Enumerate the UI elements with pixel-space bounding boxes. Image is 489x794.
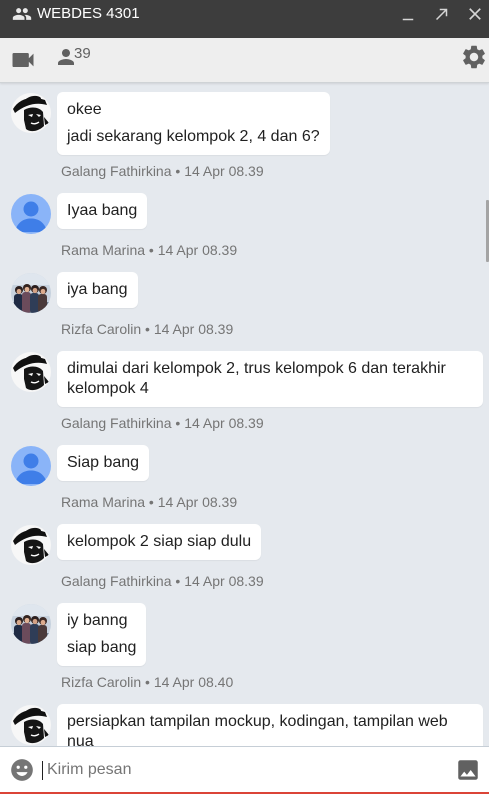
message-group: iya bang Rizfa Carolin • 14 Apr 08.39: [0, 272, 489, 338]
sender-name: Rizfa Carolin: [61, 321, 142, 337]
expand-icon[interactable]: [433, 5, 451, 23]
sender-avatar: [11, 352, 51, 392]
message-text: iy banng: [67, 612, 128, 629]
message-meta: Rizfa Carolin • 14 Apr 08.39: [61, 320, 489, 338]
message-text: siap bang: [67, 639, 137, 656]
message-group: Siap bang Rama Marina • 14 Apr 08.39: [0, 445, 489, 511]
message-composer: [0, 746, 489, 794]
meta-separator: •: [175, 415, 181, 431]
message-bubble: kelompok 2 siap siap dulu: [57, 524, 262, 560]
message-meta: Rama Marina • 14 Apr 08.39: [61, 241, 489, 259]
sender-avatar: [11, 525, 51, 565]
chat-toolbar: 39: [0, 38, 489, 83]
sender-name: Galang Fathirkina: [61, 163, 172, 179]
message-time: 14 Apr 08.39: [184, 573, 264, 589]
message-row: okee jadi sekarang kelompok 2, 4 dan 6?: [0, 92, 489, 155]
galang-avatar-image: [11, 525, 51, 565]
sender-avatar: [11, 273, 51, 313]
galang-avatar-image: [11, 705, 51, 745]
sender-name: Rama Marina: [61, 494, 146, 510]
meta-separator: •: [175, 573, 181, 589]
message-group: okee jadi sekarang kelompok 2, 4 dan 6? …: [0, 92, 489, 180]
participant-count[interactable]: 39: [74, 46, 91, 62]
close-icon[interactable]: [465, 4, 485, 24]
message-row: iya bang: [0, 272, 489, 313]
chat-window: WEBDES 4301 39 okee jadi sekarang kelomp…: [0, 0, 489, 794]
sender-name: Galang Fathirkina: [61, 415, 172, 431]
message-bubble: iy banng siap bang: [57, 603, 147, 666]
sender-avatar: [11, 604, 51, 644]
rizfa-avatar-image: [11, 273, 51, 313]
message-bubble: Iyaa bang: [57, 193, 148, 229]
meta-separator: •: [175, 163, 181, 179]
galang-avatar-image: [11, 93, 51, 133]
settings-icon[interactable]: [460, 43, 488, 71]
message-text: jadi sekarang kelompok 2, 4 dan 6?: [67, 128, 320, 145]
message-meta: Rama Marina • 14 Apr 08.39: [61, 493, 489, 511]
message-text: Iyaa bang: [67, 202, 138, 219]
default-person-avatar-image: [11, 446, 51, 486]
message-time: 14 Apr 08.39: [157, 494, 238, 510]
sender-avatar: [11, 705, 51, 745]
message-list[interactable]: okee jadi sekarang kelompok 2, 4 dan 6? …: [0, 83, 489, 746]
sender-avatar: [11, 194, 51, 234]
meta-separator: •: [145, 674, 150, 690]
message-text: persiapkan tampilan mockup, kodingan, ta…: [67, 713, 448, 746]
message-meta: Galang Fathirkina • 14 Apr 08.39: [61, 572, 489, 590]
message-row: dimulai dari kelompok 2, trus kelompok 6…: [0, 351, 489, 407]
message-time: 14 Apr 08.40: [153, 674, 234, 690]
window-title: WEBDES 4301: [37, 5, 140, 22]
default-person-avatar-image: [11, 194, 51, 234]
message-row: kelompok 2 siap siap dulu: [0, 524, 489, 565]
sender-name: Rizfa Carolin: [61, 674, 142, 690]
meta-separator: •: [148, 242, 154, 258]
message-meta: Galang Fathirkina • 14 Apr 08.39: [61, 162, 489, 180]
message-text: kelompok 2 siap siap dulu: [67, 533, 252, 550]
message-bubble: iya bang: [57, 272, 138, 308]
sender-name: Rama Marina: [61, 242, 146, 258]
group-icon: [12, 8, 32, 20]
sender-avatar: [11, 446, 51, 486]
message-time: 14 Apr 08.39: [157, 242, 238, 258]
message-bubble: dimulai dari kelompok 2, trus kelompok 6…: [57, 351, 483, 407]
title-bar: WEBDES 4301: [0, 0, 489, 38]
message-group: Iyaa bang Rama Marina • 14 Apr 08.39: [0, 193, 489, 259]
message-meta: Galang Fathirkina • 14 Apr 08.39: [61, 414, 489, 432]
message-text: dimulai dari kelompok 2, trus kelompok 6…: [67, 360, 446, 397]
message-bubble: Siap bang: [57, 445, 150, 481]
message-bubble: persiapkan tampilan mockup, kodingan, ta…: [57, 704, 483, 746]
message-bubble: okee jadi sekarang kelompok 2, 4 dan 6?: [57, 92, 330, 155]
galang-avatar-image: [11, 352, 51, 392]
message-text: Siap bang: [67, 454, 140, 471]
rizfa-avatar-image: [11, 604, 51, 644]
message-time: 14 Apr 08.39: [153, 321, 234, 337]
image-icon[interactable]: [455, 757, 481, 783]
message-row: Siap bang: [0, 445, 489, 486]
message-group: dimulai dari kelompok 2, trus kelompok 6…: [0, 351, 489, 432]
message-group: kelompok 2 siap siap dulu Galang Fathirk…: [0, 524, 489, 590]
message-row: iy banng siap bang: [0, 603, 489, 666]
message-group: iy banng siap bang Rizfa Carolin • 14 Ap…: [0, 603, 489, 691]
message-input[interactable]: [46, 760, 446, 780]
text-caret: [42, 761, 43, 780]
sender-name: Galang Fathirkina: [61, 573, 172, 589]
message-row: Iyaa bang: [0, 193, 489, 234]
message-time: 14 Apr 08.39: [184, 163, 264, 179]
message-text: okee: [67, 101, 102, 118]
emoji-icon[interactable]: [9, 757, 35, 783]
video-call-icon[interactable]: [9, 46, 37, 74]
message-meta: Rizfa Carolin • 14 Apr 08.40: [61, 673, 489, 691]
message-row: persiapkan tampilan mockup, kodingan, ta…: [0, 704, 489, 746]
message-group: persiapkan tampilan mockup, kodingan, ta…: [0, 704, 489, 746]
minimize-icon[interactable]: [399, 6, 417, 24]
message-time: 14 Apr 08.39: [184, 415, 264, 431]
sender-avatar: [11, 93, 51, 133]
meta-separator: •: [145, 321, 150, 337]
message-text: iya bang: [67, 281, 128, 298]
meta-separator: •: [148, 494, 154, 510]
